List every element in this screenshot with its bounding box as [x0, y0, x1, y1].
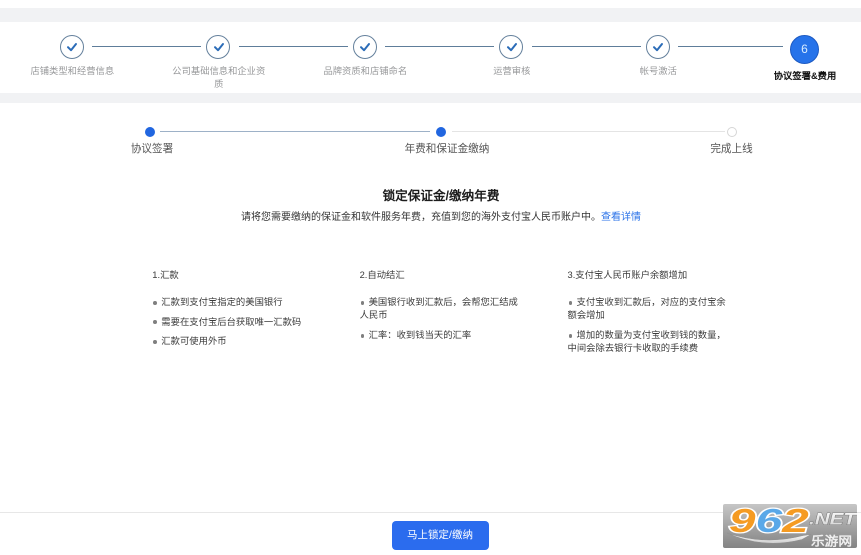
svg-text:乐游网: 乐游网	[811, 534, 852, 549]
svg-text:9: 9	[729, 504, 756, 539]
svg-text:2: 2	[781, 504, 809, 539]
svg-text:6: 6	[755, 504, 783, 539]
svg-text:.NET: .NET	[809, 510, 857, 529]
